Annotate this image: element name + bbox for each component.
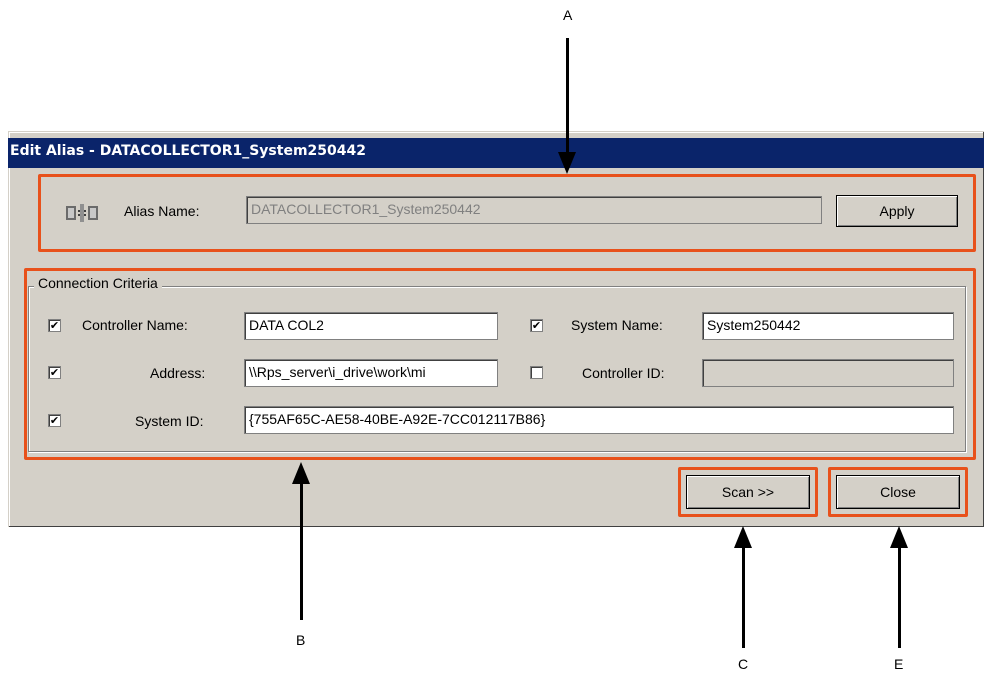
callout-b-label: B bbox=[296, 632, 306, 648]
highlight-connection-criteria bbox=[24, 268, 976, 460]
callout-e-line bbox=[898, 546, 901, 648]
callout-c-arrowhead bbox=[734, 526, 752, 548]
callout-c-label: C bbox=[738, 656, 749, 672]
callout-a-line bbox=[566, 38, 569, 156]
callout-e-label: E bbox=[894, 656, 904, 672]
callout-a-label: A bbox=[563, 7, 573, 23]
callout-a-arrowhead bbox=[558, 152, 576, 174]
callout-e-arrowhead bbox=[890, 526, 908, 548]
callout-b-line bbox=[300, 482, 303, 620]
callout-c-line bbox=[742, 546, 745, 648]
highlight-close-button bbox=[828, 467, 968, 517]
highlight-alias-area bbox=[38, 174, 976, 252]
callout-b-arrowhead bbox=[292, 462, 310, 484]
highlight-scan-button bbox=[678, 467, 818, 517]
dialog-title: Edit Alias - DATACOLLECTOR1_System250442 bbox=[10, 143, 366, 159]
